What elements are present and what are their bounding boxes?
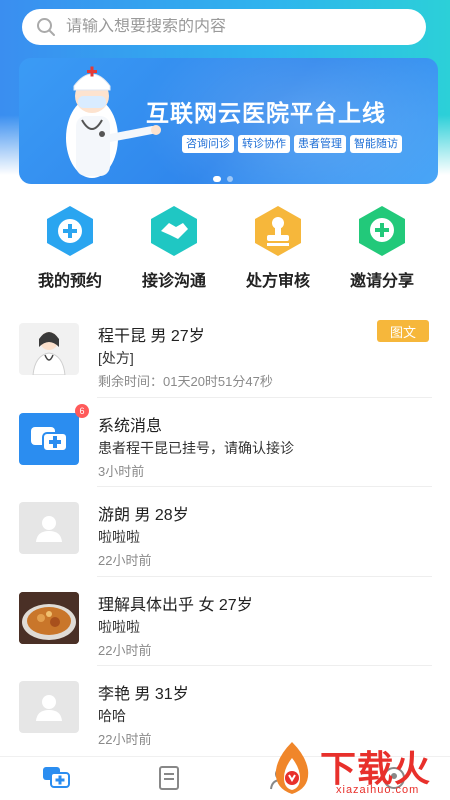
banner-tag: 转诊协作	[238, 135, 290, 153]
quick-action-label: 处方审核	[245, 273, 310, 290]
banner-tag: 咨询问诊	[182, 135, 234, 153]
plus-chat-icon	[359, 206, 405, 256]
doctor-avatar	[19, 323, 79, 375]
message-item[interactable]: 游朗 男 28岁 啦啦啦 22小时前	[0, 487, 450, 577]
message-time: 22小时前	[98, 553, 152, 568]
quick-action-label: 接诊沟通	[141, 273, 206, 290]
tab-consult[interactable]	[0, 757, 113, 800]
doctor-avatar-icon	[32, 332, 66, 375]
search-icon	[37, 18, 55, 36]
message-time: 剩余时间：01天20时51分47秒	[98, 374, 273, 389]
flame-logo-icon	[275, 742, 309, 794]
quick-action-appointments[interactable]: 我的预约	[18, 203, 122, 293]
message-preview: 患者程干昆已挂号，请确认接诊	[98, 439, 294, 456]
message-item[interactable]: 理解具体出乎 女 27岁 啦啦啦 22小时前	[0, 577, 450, 666]
quick-action-prescription[interactable]: 处方审核	[226, 203, 330, 293]
search-input[interactable]	[66, 18, 406, 36]
pagination-dot-active[interactable]	[213, 176, 221, 182]
banner-tag: 智能随访	[350, 135, 402, 153]
quick-action-label: 我的预约	[37, 273, 102, 290]
sender-name: 系统消息	[98, 417, 163, 435]
tab-records[interactable]	[113, 757, 226, 800]
message-preview: 哈哈	[98, 708, 126, 724]
handshake-icon	[151, 206, 197, 256]
quick-action-invite[interactable]: 邀请分享	[330, 203, 434, 293]
message-time: 22小时前	[98, 642, 152, 658]
patient-name: 游朗 男 28岁	[98, 507, 189, 524]
user-silhouette-icon	[36, 516, 62, 542]
food-photo-avatar	[19, 591, 79, 644]
system-message-icon	[31, 426, 68, 452]
message-list: 程干昆 男 27岁 [处方] 剩余时间：01天20时51分47秒 图文 6 系统…	[0, 308, 450, 756]
system-message-avatar	[19, 412, 79, 465]
message-preview: 啦啦啦	[98, 618, 140, 635]
watermark: 下载火 xiazaihuo.com	[262, 738, 450, 800]
default-user-avatar	[19, 502, 79, 554]
message-time: 3小时前	[98, 463, 145, 479]
watermark-url: xiazaihuo.com	[336, 784, 420, 796]
unread-badge: 6	[75, 403, 89, 418]
default-user-avatar	[19, 681, 79, 733]
message-preview: [处方]	[98, 350, 134, 366]
plus-shield-icon	[47, 206, 93, 256]
message-item[interactable]: 6 系统消息 患者程干昆已挂号，请确认接诊 3小时前	[0, 398, 450, 487]
message-item[interactable]: 程干昆 男 27岁 [处方] 剩余时间：01天20时51分47秒 图文	[0, 308, 450, 398]
banner-pagination	[213, 176, 233, 182]
user-silhouette-icon	[36, 695, 62, 721]
consult-icon	[43, 767, 71, 788]
stamp-icon	[255, 206, 301, 256]
pagination-dot[interactable]	[227, 176, 233, 182]
banner-tag: 患者管理	[294, 135, 346, 153]
patient-name: 程干昆 男 27岁	[98, 328, 205, 345]
food-photo-icon	[19, 591, 79, 644]
quick-action-label: 邀请分享	[349, 273, 414, 290]
message-time: 22小时前	[98, 732, 152, 747]
search-bar[interactable]	[22, 9, 426, 45]
patient-name: 李艳 男 31岁	[98, 686, 189, 703]
message-preview: 啦啦啦	[98, 529, 140, 545]
consult-type-tag[interactable]: 图文	[377, 320, 429, 342]
banner-tags: 咨询问诊 转诊协作 患者管理 智能随访	[182, 135, 402, 153]
quick-action-consult[interactable]: 接诊沟通	[122, 203, 226, 293]
banner-title: 互联网云医院平台上线	[146, 100, 386, 126]
quick-actions: 我的预约 接诊沟通 处方审核 邀请分享	[0, 203, 450, 293]
records-icon	[158, 766, 179, 790]
patient-name: 理解具体出乎 女 27岁	[98, 596, 253, 614]
